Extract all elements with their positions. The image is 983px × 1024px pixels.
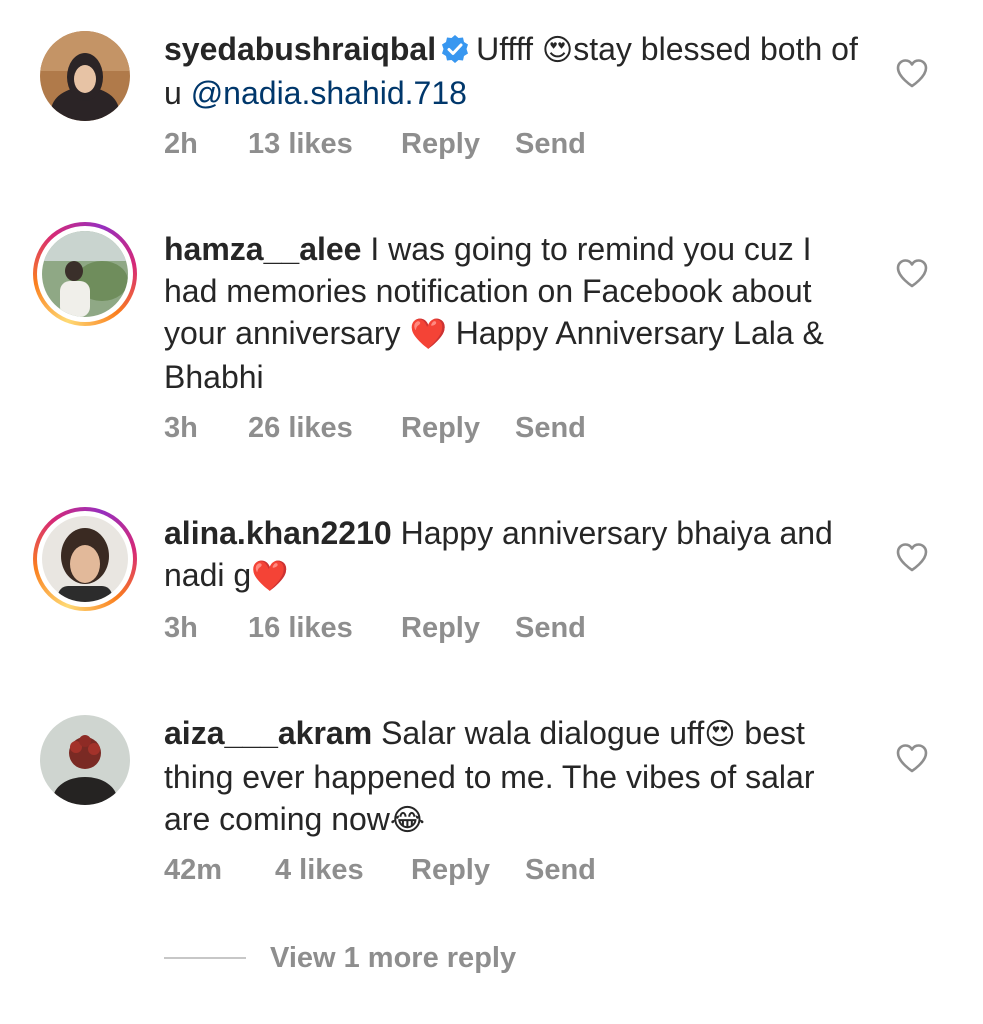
like-heart-icon[interactable]: [895, 542, 929, 572]
comment-text: aiza___akram Salar wala dialogue uff😍 be…: [164, 712, 864, 842]
comment-text-part: Uffff: [476, 31, 542, 67]
view-more-replies-button[interactable]: View 1 more reply: [164, 938, 516, 978]
avatar[interactable]: [33, 507, 137, 611]
timestamp: 3h: [164, 612, 198, 644]
timestamp: 3h: [164, 412, 198, 444]
avatar-image: [42, 231, 128, 317]
send-button[interactable]: Send: [515, 412, 586, 445]
comment-text: syedabushraiqbal Uffff 😍stay blessed both…: [164, 28, 864, 114]
comment-meta: 3h 26 likes Reply Send: [164, 412, 586, 445]
avatar[interactable]: [33, 24, 137, 128]
comment-text: hamza__alee I was going to remind you cu…: [164, 228, 864, 398]
heart-eyes-emoji-icon: 😍: [541, 33, 574, 68]
timestamp: 42m: [164, 854, 223, 886]
view-more-replies-label: View 1 more reply: [270, 941, 517, 974]
reply-button[interactable]: Reply: [401, 412, 515, 445]
reply-button[interactable]: Reply: [401, 128, 515, 161]
comment-meta: 2h 13 likes Reply Send: [164, 128, 586, 161]
likes-count[interactable]: 26 likes: [248, 412, 401, 445]
red-heart-emoji-icon: ❤️: [251, 559, 289, 594]
username[interactable]: alina.khan2210: [164, 515, 392, 551]
username[interactable]: syedabushraiqbal: [164, 31, 436, 67]
send-button[interactable]: Send: [525, 854, 596, 887]
mention-link[interactable]: @nadia.shahid.718: [191, 75, 467, 111]
likes-count[interactable]: 13 likes: [248, 128, 401, 161]
avatar-image: [40, 31, 130, 121]
send-button[interactable]: Send: [515, 612, 586, 645]
red-heart-emoji-icon: ❤️: [409, 317, 447, 352]
verified-badge-icon: [440, 34, 470, 64]
username[interactable]: aiza___akram: [164, 715, 372, 751]
comment-text-part: Salar wala dialogue uff: [372, 715, 705, 751]
avatar[interactable]: [33, 222, 137, 326]
tears-of-joy-emoji-icon: 😂: [389, 803, 425, 838]
username[interactable]: hamza__alee: [164, 231, 361, 267]
like-heart-icon[interactable]: [895, 258, 929, 288]
like-heart-icon[interactable]: [895, 58, 929, 88]
likes-count[interactable]: 4 likes: [275, 854, 411, 887]
comment-meta: 42m 4 likes Reply Send: [164, 854, 596, 887]
reply-button[interactable]: Reply: [411, 854, 525, 887]
avatar-image: [40, 715, 130, 805]
timestamp: 2h: [164, 128, 198, 160]
avatar[interactable]: [33, 708, 137, 812]
comment-meta: 3h 16 likes Reply Send: [164, 612, 586, 645]
likes-count[interactable]: 16 likes: [248, 612, 401, 645]
heart-eyes-emoji-icon: 😍: [704, 717, 736, 752]
divider-line: [164, 957, 246, 959]
send-button[interactable]: Send: [515, 128, 586, 161]
like-heart-icon[interactable]: [895, 743, 929, 773]
avatar-image: [42, 516, 128, 602]
reply-button[interactable]: Reply: [401, 612, 515, 645]
comment-text: alina.khan2210 Happy anniversary bhaiya …: [164, 512, 864, 598]
